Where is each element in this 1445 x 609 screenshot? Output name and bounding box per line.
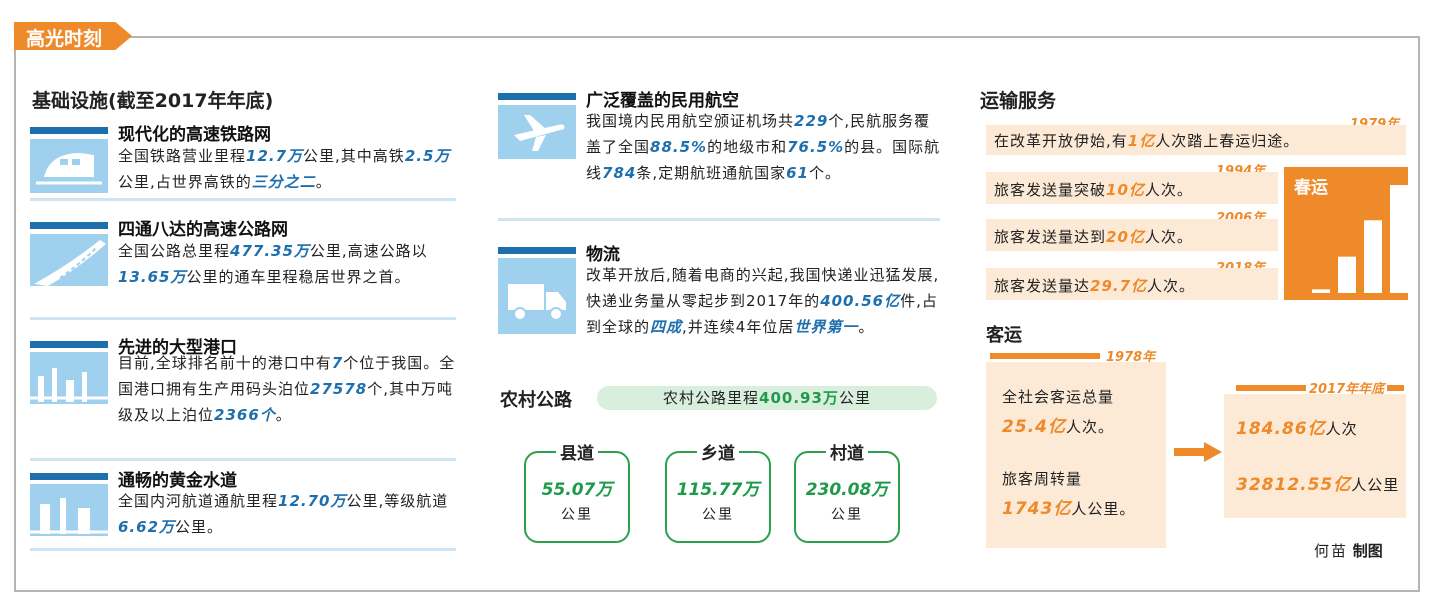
township-road-box: 乡道 115.77万 公里 (665, 439, 771, 543)
rail-title: 现代化的高速铁路网 (118, 125, 271, 145)
highway-bar (30, 222, 108, 229)
water-bar (30, 473, 108, 480)
truck-icon (498, 258, 576, 334)
rural-total-pill: 农村公路里程400.93万公里 (597, 386, 937, 410)
arrow-right-icon (1174, 442, 1222, 462)
waterway-icon (30, 484, 108, 536)
spring-bar-chart (1312, 185, 1408, 293)
road-icon (30, 234, 108, 286)
a1-label: 全社会客运总量 (1002, 388, 1115, 406)
spring-bar (1312, 289, 1330, 293)
highway-title: 四通八达的高速公路网 (118, 220, 288, 240)
spring-bar (1390, 185, 1408, 293)
water-text: 全国内河航道通航里程12.70万公里,等级航道6.62万公里。 (118, 492, 449, 536)
b1-line: 184.86亿人次 (1236, 419, 1358, 439)
a1-line: 25.4亿人次。 (1002, 417, 1114, 437)
train-icon (30, 139, 108, 193)
divider (498, 218, 940, 221)
passenger-2017-panel (1224, 394, 1406, 518)
spring-row-text: 旅客发送量达到20亿人次。 (994, 228, 1193, 246)
year-a-bar (990, 353, 1100, 359)
highway-text: 全国公路总里程477.35万公里,高速公路以13.65万公里的通车里程稳居世界之… (118, 242, 428, 286)
road-value: 55.07万 (541, 480, 613, 500)
rail-bar (30, 127, 108, 134)
a2-line: 1743亿人公里。 (1002, 499, 1136, 519)
logistics-bar (498, 247, 576, 254)
spring-chart-panel: 春运 (1284, 167, 1408, 300)
rail-text: 全国铁路营业里程12.7万公里,其中高铁2.5万公里,占世界高铁的三分之二。 (118, 147, 451, 191)
a2-label: 旅客周转量 (1002, 470, 1083, 488)
village-road-box: 村道 230.08万 公里 (794, 439, 900, 543)
divider (30, 198, 456, 201)
aviation-text: 我国境内民用航空颁证机场共229个,民航服务覆盖了全国88.5%的地级市和76.… (586, 112, 941, 182)
transport-heading: 运输服务 (980, 90, 1057, 112)
credit: 何苗 制图 (1314, 542, 1383, 560)
aviation-bar (498, 93, 576, 100)
spring-row-text: 在改革开放伊始,有1亿人次踏上春运归途。 (994, 132, 1300, 150)
passenger-heading: 客运 (986, 325, 1022, 346)
section-tag: 高光时刻 (14, 22, 132, 50)
road-label: 村道 (826, 439, 868, 464)
divider (30, 458, 456, 461)
divider (30, 548, 456, 551)
road-unit: 公里 (702, 507, 734, 523)
b2-line: 32812.55亿人公里 (1236, 475, 1400, 495)
spring-bar (1364, 220, 1382, 293)
port-icon (30, 352, 108, 404)
road-value: 230.08万 (805, 480, 889, 500)
port-text: 目前,全球排名前十的港口中有7个位于我国。全国港口拥有生产用码头泊位27578个… (118, 354, 456, 424)
road-unit: 公里 (831, 507, 863, 523)
road-label: 乡道 (697, 439, 739, 464)
road-unit: 公里 (561, 507, 593, 523)
rural-heading: 农村公路 (500, 390, 572, 411)
spring-row-text: 旅客发送量达29.7亿人次。 (994, 277, 1196, 295)
county-road-box: 县道 55.07万 公里 (524, 439, 630, 543)
spring-bar (1338, 256, 1356, 293)
divider (30, 317, 456, 320)
spring-row-text: 旅客发送量突破10亿人次。 (994, 181, 1193, 199)
road-label: 县道 (556, 439, 598, 464)
road-value: 115.77万 (676, 480, 760, 500)
logistics-text: 改革开放后,随着电商的兴起,我国快递业迅猛发展,快递业务量从零起步到2017年的… (586, 266, 940, 336)
infra-heading: 基础设施(截至2017年年底) (32, 90, 274, 112)
airplane-icon (498, 105, 576, 159)
port-bar (30, 341, 108, 348)
